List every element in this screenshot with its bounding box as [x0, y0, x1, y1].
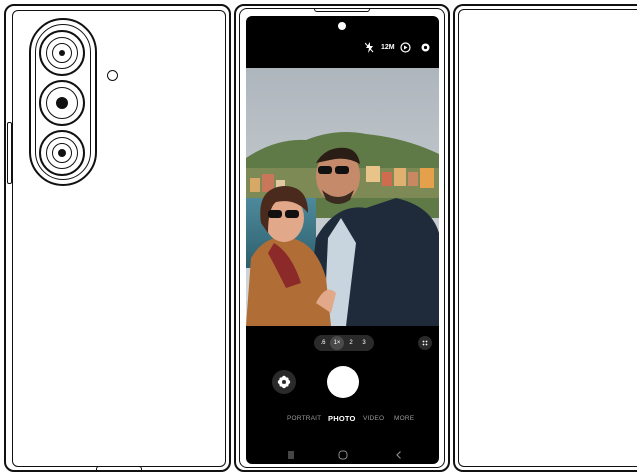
zoom-option-1x[interactable]: 1×	[330, 336, 344, 350]
flash-off-icon[interactable]	[364, 42, 374, 56]
shutter-button[interactable]	[327, 366, 359, 398]
zoom-option-0-6[interactable]: .6	[318, 335, 328, 351]
mode-more[interactable]: MORE	[394, 415, 414, 422]
mode-video[interactable]: VIDEO	[363, 415, 384, 422]
resolution-label[interactable]: 12M	[381, 44, 395, 51]
zoom-selector: .6 1× 2 3	[314, 335, 374, 351]
zoom-option-3[interactable]: 3	[359, 335, 369, 351]
viewfinder-image	[246, 68, 439, 326]
camera-module	[29, 18, 97, 186]
motion-photo-icon[interactable]	[400, 42, 411, 55]
back-icon[interactable]	[394, 450, 404, 463]
recents-icon[interactable]	[286, 450, 296, 463]
effects-button[interactable]	[272, 370, 296, 394]
lens-tele-icon	[39, 130, 85, 176]
bottom-port	[96, 466, 142, 472]
lens-main-icon	[39, 80, 85, 126]
home-icon[interactable]	[338, 450, 348, 463]
grid-toggle-icon[interactable]	[418, 336, 432, 350]
zoom-option-2[interactable]: 2	[346, 335, 356, 351]
flower-icon	[277, 375, 291, 389]
settings-icon[interactable]	[420, 42, 431, 55]
device-side-inner-edge	[458, 9, 637, 467]
side-button	[7, 122, 12, 184]
camera-screen: 12M .6 1× 2 3 PORTRAIT PHOTO VIDEO MORE	[246, 16, 439, 464]
front-camera-icon	[338, 22, 346, 30]
speaker-slot	[314, 8, 370, 12]
lens-wide-icon	[39, 30, 85, 76]
mode-portrait[interactable]: PORTRAIT	[287, 415, 321, 422]
mode-photo[interactable]: PHOTO	[328, 414, 356, 423]
flash-sensor-icon	[107, 70, 118, 81]
